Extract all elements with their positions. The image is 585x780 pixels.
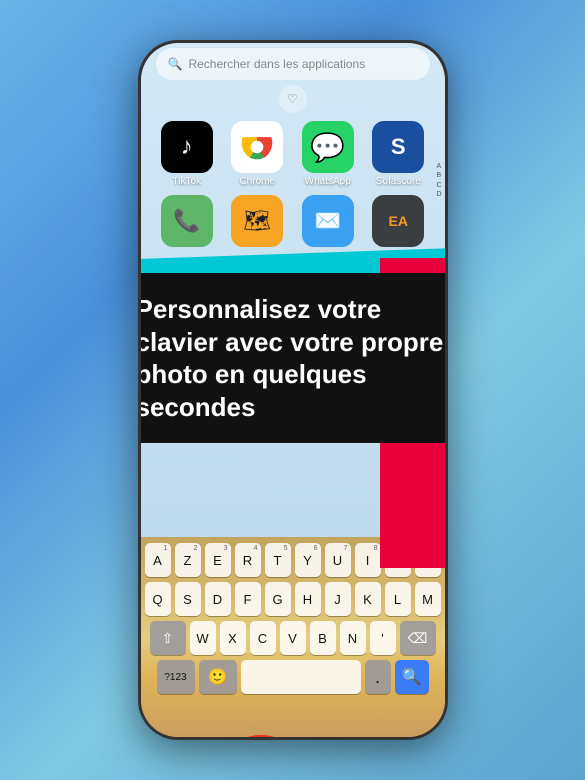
key-e[interactable]: 3E	[205, 543, 231, 577]
app-item-phone[interactable]: 📞	[156, 195, 219, 247]
phone-screen: 🔍 Rechercher dans les applications ♡ ♪ T…	[141, 43, 445, 737]
alpha-a: A	[436, 163, 441, 171]
keyboard-row2: Q S D F G H J K L M	[145, 582, 441, 616]
key-dot[interactable]: .	[365, 660, 391, 694]
keyboard-row3: ⇧ W X C V B N ' ⌫	[145, 621, 441, 655]
search-icon: 🔍	[168, 57, 183, 71]
alpha-c: C	[436, 182, 441, 190]
alpha-d: D	[436, 191, 441, 199]
key-u[interactable]: 7U	[325, 543, 351, 577]
app-item-maps[interactable]: 🗺	[226, 195, 289, 247]
text-overlay: Personnalisez votre clavier avec votre p…	[141, 273, 445, 443]
key-y[interactable]: 6Y	[295, 543, 321, 577]
key-b[interactable]: B	[310, 621, 336, 655]
key-n[interactable]: N	[340, 621, 366, 655]
key-s[interactable]: S	[175, 582, 201, 616]
key-g[interactable]: G	[265, 582, 291, 616]
ea-app-icon: EA	[372, 195, 424, 247]
sofascore-icon: S	[372, 121, 424, 173]
alphabet-sidebar: A B C D	[436, 163, 441, 200]
key-c[interactable]: C	[250, 621, 276, 655]
key-r[interactable]: 4R	[235, 543, 261, 577]
key-x[interactable]: X	[220, 621, 246, 655]
key-k[interactable]: K	[355, 582, 381, 616]
key-f[interactable]: F	[235, 582, 261, 616]
app-item-mail[interactable]: ✉️	[297, 195, 360, 247]
app-item-ea[interactable]: EA	[367, 195, 430, 247]
favorite-indicator: ♡	[279, 85, 307, 113]
alpha-b: B	[436, 172, 441, 180]
overlay-headline: Personnalisez votre clavier avec votre p…	[141, 293, 445, 423]
key-delete[interactable]: ⌫	[400, 621, 436, 655]
whatsapp-icon: 💬	[302, 121, 354, 173]
key-shift[interactable]: ⇧	[150, 621, 186, 655]
key-a[interactable]: 1A	[145, 543, 171, 577]
mail-app-icon: ✉️	[302, 195, 354, 247]
tiktok-icon: ♪	[161, 121, 213, 173]
key-m[interactable]: M	[415, 582, 441, 616]
key-search-button[interactable]: 🔍	[395, 660, 429, 694]
keyboard-bottom-row: ?123 🙂 . 🔍	[145, 660, 441, 694]
key-q[interactable]: Q	[145, 582, 171, 616]
phone-app-icon: 📞	[161, 195, 213, 247]
app-grid-row1: ♪ TikTok	[141, 117, 445, 191]
key-l[interactable]: L	[385, 582, 411, 616]
search-placeholder: Rechercher dans les applications	[188, 57, 365, 71]
sofascore-label: Sofascore	[376, 176, 421, 187]
tiktok-label: TikTok	[172, 176, 201, 187]
key-w[interactable]: W	[190, 621, 216, 655]
key-apostrophe[interactable]: '	[370, 621, 396, 655]
key-v[interactable]: V	[280, 621, 306, 655]
dot-label: .	[375, 667, 380, 688]
maps-app-icon: 🗺	[231, 195, 283, 247]
app-item-tiktok[interactable]: ♪ TikTok	[156, 121, 219, 187]
key-t[interactable]: 5T	[265, 543, 291, 577]
app-item-chrome[interactable]: Chrome	[226, 121, 289, 187]
numbers-label: ?123	[164, 672, 186, 683]
phone-container: 🔍 Rechercher dans les applications ♡ ♪ T…	[138, 40, 448, 740]
key-z[interactable]: 2Z	[175, 543, 201, 577]
app-item-sofascore[interactable]: S Sofascore	[367, 121, 430, 187]
search-button-icon: 🔍	[402, 667, 422, 687]
chrome-icon	[231, 121, 283, 173]
app-grid-row2: 📞 🗺 ✉️ EA	[141, 191, 445, 251]
key-i[interactable]: 8I	[355, 543, 381, 577]
key-h[interactable]: H	[295, 582, 321, 616]
key-emoji[interactable]: 🙂	[199, 660, 237, 694]
key-j[interactable]: J	[325, 582, 351, 616]
whatsapp-label: WhatsApp	[305, 176, 351, 187]
key-d[interactable]: D	[205, 582, 231, 616]
chrome-label: Chrome	[239, 176, 275, 187]
phone-frame: 🔍 Rechercher dans les applications ♡ ♪ T…	[138, 40, 448, 740]
search-bar[interactable]: 🔍 Rechercher dans les applications	[156, 48, 430, 80]
key-numbers[interactable]: ?123	[157, 660, 195, 694]
app-item-whatsapp[interactable]: 💬 WhatsApp	[297, 121, 360, 187]
key-space[interactable]	[241, 660, 361, 694]
